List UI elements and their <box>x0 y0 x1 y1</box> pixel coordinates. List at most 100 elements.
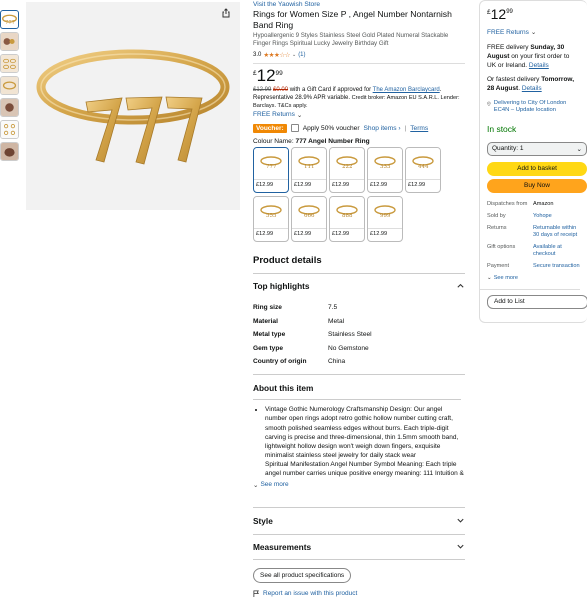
buybox-see-more-label: See more <box>493 274 518 281</box>
seller-info-key: Sold by <box>487 212 506 219</box>
seller-info-value[interactable]: Available at checkout <box>533 244 580 263</box>
store-link[interactable]: Visit the Yaowish Store <box>253 1 465 8</box>
main-product-image[interactable] <box>26 2 240 210</box>
svg-text:444: 444 <box>418 164 429 170</box>
swatch-image: 888 <box>330 196 364 229</box>
thumbnail-5[interactable] <box>0 98 19 117</box>
colour-swatch[interactable]: 666 £12.99 <box>291 195 327 242</box>
buy-now-button[interactable]: Buy Now <box>487 178 587 193</box>
colour-swatch[interactable]: 333 £12.99 <box>367 146 403 193</box>
quantity-select[interactable]: Quantity: 1 ⌄ <box>487 141 587 156</box>
spec-key: Gem type <box>253 344 284 352</box>
see-more-link[interactable]: ⌄ See more <box>253 481 465 489</box>
spec-value: 7.5 <box>328 304 338 312</box>
swatch-image: 666 <box>292 196 326 229</box>
style-toggle[interactable]: Style <box>253 516 465 526</box>
buybox-free-returns[interactable]: FREE Returns ⌄ <box>487 28 580 37</box>
voucher-row: Voucher: Apply 50% voucher Shop items › … <box>253 123 465 133</box>
measurements-toggle[interactable]: Measurements <box>253 542 465 552</box>
svg-text:888: 888 <box>342 213 353 219</box>
colour-swatch[interactable]: 999 £12.99 <box>367 195 403 242</box>
chevron-down-icon: ⌄ <box>296 111 303 119</box>
buybox-price-whole: 12 <box>490 6 507 22</box>
colour-swatch[interactable]: 444 £12.99 <box>405 146 441 193</box>
add-to-list-button[interactable]: Add to List <box>487 294 587 309</box>
voucher-badge: Voucher: <box>253 123 287 133</box>
shop-items-link[interactable]: Shop items › <box>364 125 401 132</box>
thumbnail-4[interactable] <box>0 76 19 95</box>
spec-key: Country of origin <box>253 358 307 366</box>
thumbnail-6[interactable] <box>0 120 19 139</box>
seller-info-row: Gift options Available at checkout <box>487 244 580 263</box>
divider <box>480 288 580 290</box>
swatch-image: 333 <box>368 147 402 180</box>
see-all-specs-button[interactable]: See all product specifications <box>253 567 352 583</box>
svg-text:111: 111 <box>304 164 315 170</box>
spec-row: Gem type No Gemstone <box>253 341 372 355</box>
svg-text:222: 222 <box>342 164 353 170</box>
svg-text:999: 999 <box>380 213 391 219</box>
top-highlights-title: Top highlights <box>253 280 310 291</box>
colour-swatch[interactable]: 222 £12.99 <box>329 146 365 193</box>
fastest-details-link[interactable]: Details <box>522 85 542 92</box>
gift-period: . <box>439 86 442 93</box>
divider <box>253 506 465 508</box>
thumbnail-7[interactable] <box>0 142 19 161</box>
colour-swatch[interactable]: 777 £12.99 <box>253 146 289 193</box>
svg-text:333: 333 <box>380 164 391 170</box>
delivery-details-link[interactable]: Details <box>529 62 549 69</box>
thumbnail-1[interactable]: 777 <box>0 10 19 29</box>
spec-row: Country of origin China <box>253 355 372 369</box>
share-icon[interactable] <box>221 8 231 18</box>
seller-info-value[interactable]: Secure transaction <box>533 263 580 275</box>
add-to-basket-button[interactable]: Add to basket <box>487 161 587 176</box>
free-returns-link[interactable]: FREE Returns ⌄ <box>253 111 465 119</box>
seller-info-row: Sold by Yohope <box>487 213 580 225</box>
colour-swatch[interactable]: 111 £12.99 <box>291 146 327 193</box>
rating-row[interactable]: 3.0 ★★★☆☆ ⌄ (1) <box>253 51 465 59</box>
voucher-checkbox[interactable] <box>290 124 299 133</box>
colour-swatch[interactable]: 555 £12.99 <box>253 195 289 242</box>
divider <box>253 558 465 560</box>
chevron-down-icon: ⌄ <box>487 274 492 281</box>
buybox-see-more[interactable]: ⌄ See more <box>487 275 580 281</box>
swatch-image: 444 <box>406 147 440 180</box>
swatch-image: 777 <box>254 147 288 180</box>
terms-link[interactable]: Terms <box>410 125 428 132</box>
swatch-price: £12.99 <box>256 181 274 188</box>
in-stock-status: In stock <box>487 123 517 134</box>
report-issue-label: Report an issue with this product <box>263 589 358 597</box>
seller-info-value[interactable]: Returnable within 30 days of receipt <box>533 225 580 244</box>
swatch-price: £12.99 <box>370 181 388 188</box>
about-title: About this item <box>253 383 314 394</box>
spec-value: Metal <box>328 317 345 325</box>
chevron-down-icon: ⌄ <box>291 51 297 58</box>
delivery-location[interactable]: Delivering to City Of London EC4N – Upda… <box>487 100 580 114</box>
colour-swatch[interactable]: 888 £12.99 <box>329 195 365 242</box>
divider <box>253 62 465 64</box>
thumbnail-3[interactable] <box>0 54 19 73</box>
thumbnail-2[interactable] <box>0 32 19 51</box>
spec-key: Material <box>253 317 278 325</box>
top-highlights-toggle[interactable]: Top highlights <box>253 281 465 291</box>
rating-count[interactable]: (1) <box>298 52 305 58</box>
colour-swatches: 777 £12.99 111 £12.99 222 £12.99 333 £12.99 444 £… <box>253 146 465 242</box>
swatch-image: 222 <box>330 147 364 180</box>
buybox-price: £ 12 99 <box>487 7 580 22</box>
report-issue-link[interactable]: Report an issue with this product <box>253 590 465 597</box>
divider <box>253 533 465 535</box>
svg-text:555: 555 <box>266 213 277 219</box>
price-whole: 12 <box>256 65 276 85</box>
buy-box: £ 12 99 FREE Returns ⌄ FREE delivery Sun… <box>479 0 587 323</box>
barclaycard-link[interactable]: The Amazon Barclaycard <box>373 87 440 93</box>
product-subtitle: Hypoallergenic 9 Styles Stainless Steel … <box>253 32 449 48</box>
rating-value: 3.0 <box>253 51 262 58</box>
swatch-image: 555 <box>254 196 288 229</box>
colour-label: Colour Name: 777 Angel Number Ring <box>253 138 465 145</box>
seller-info-value[interactable]: Yohope <box>533 213 580 225</box>
chevron-down-icon: ⌄ <box>530 29 537 36</box>
spec-value: Stainless Steel <box>328 331 372 339</box>
svg-text:777: 777 <box>5 20 15 26</box>
seller-info-row: Dispatches from Amazon <box>487 201 580 213</box>
chevron-down-icon <box>457 545 464 549</box>
